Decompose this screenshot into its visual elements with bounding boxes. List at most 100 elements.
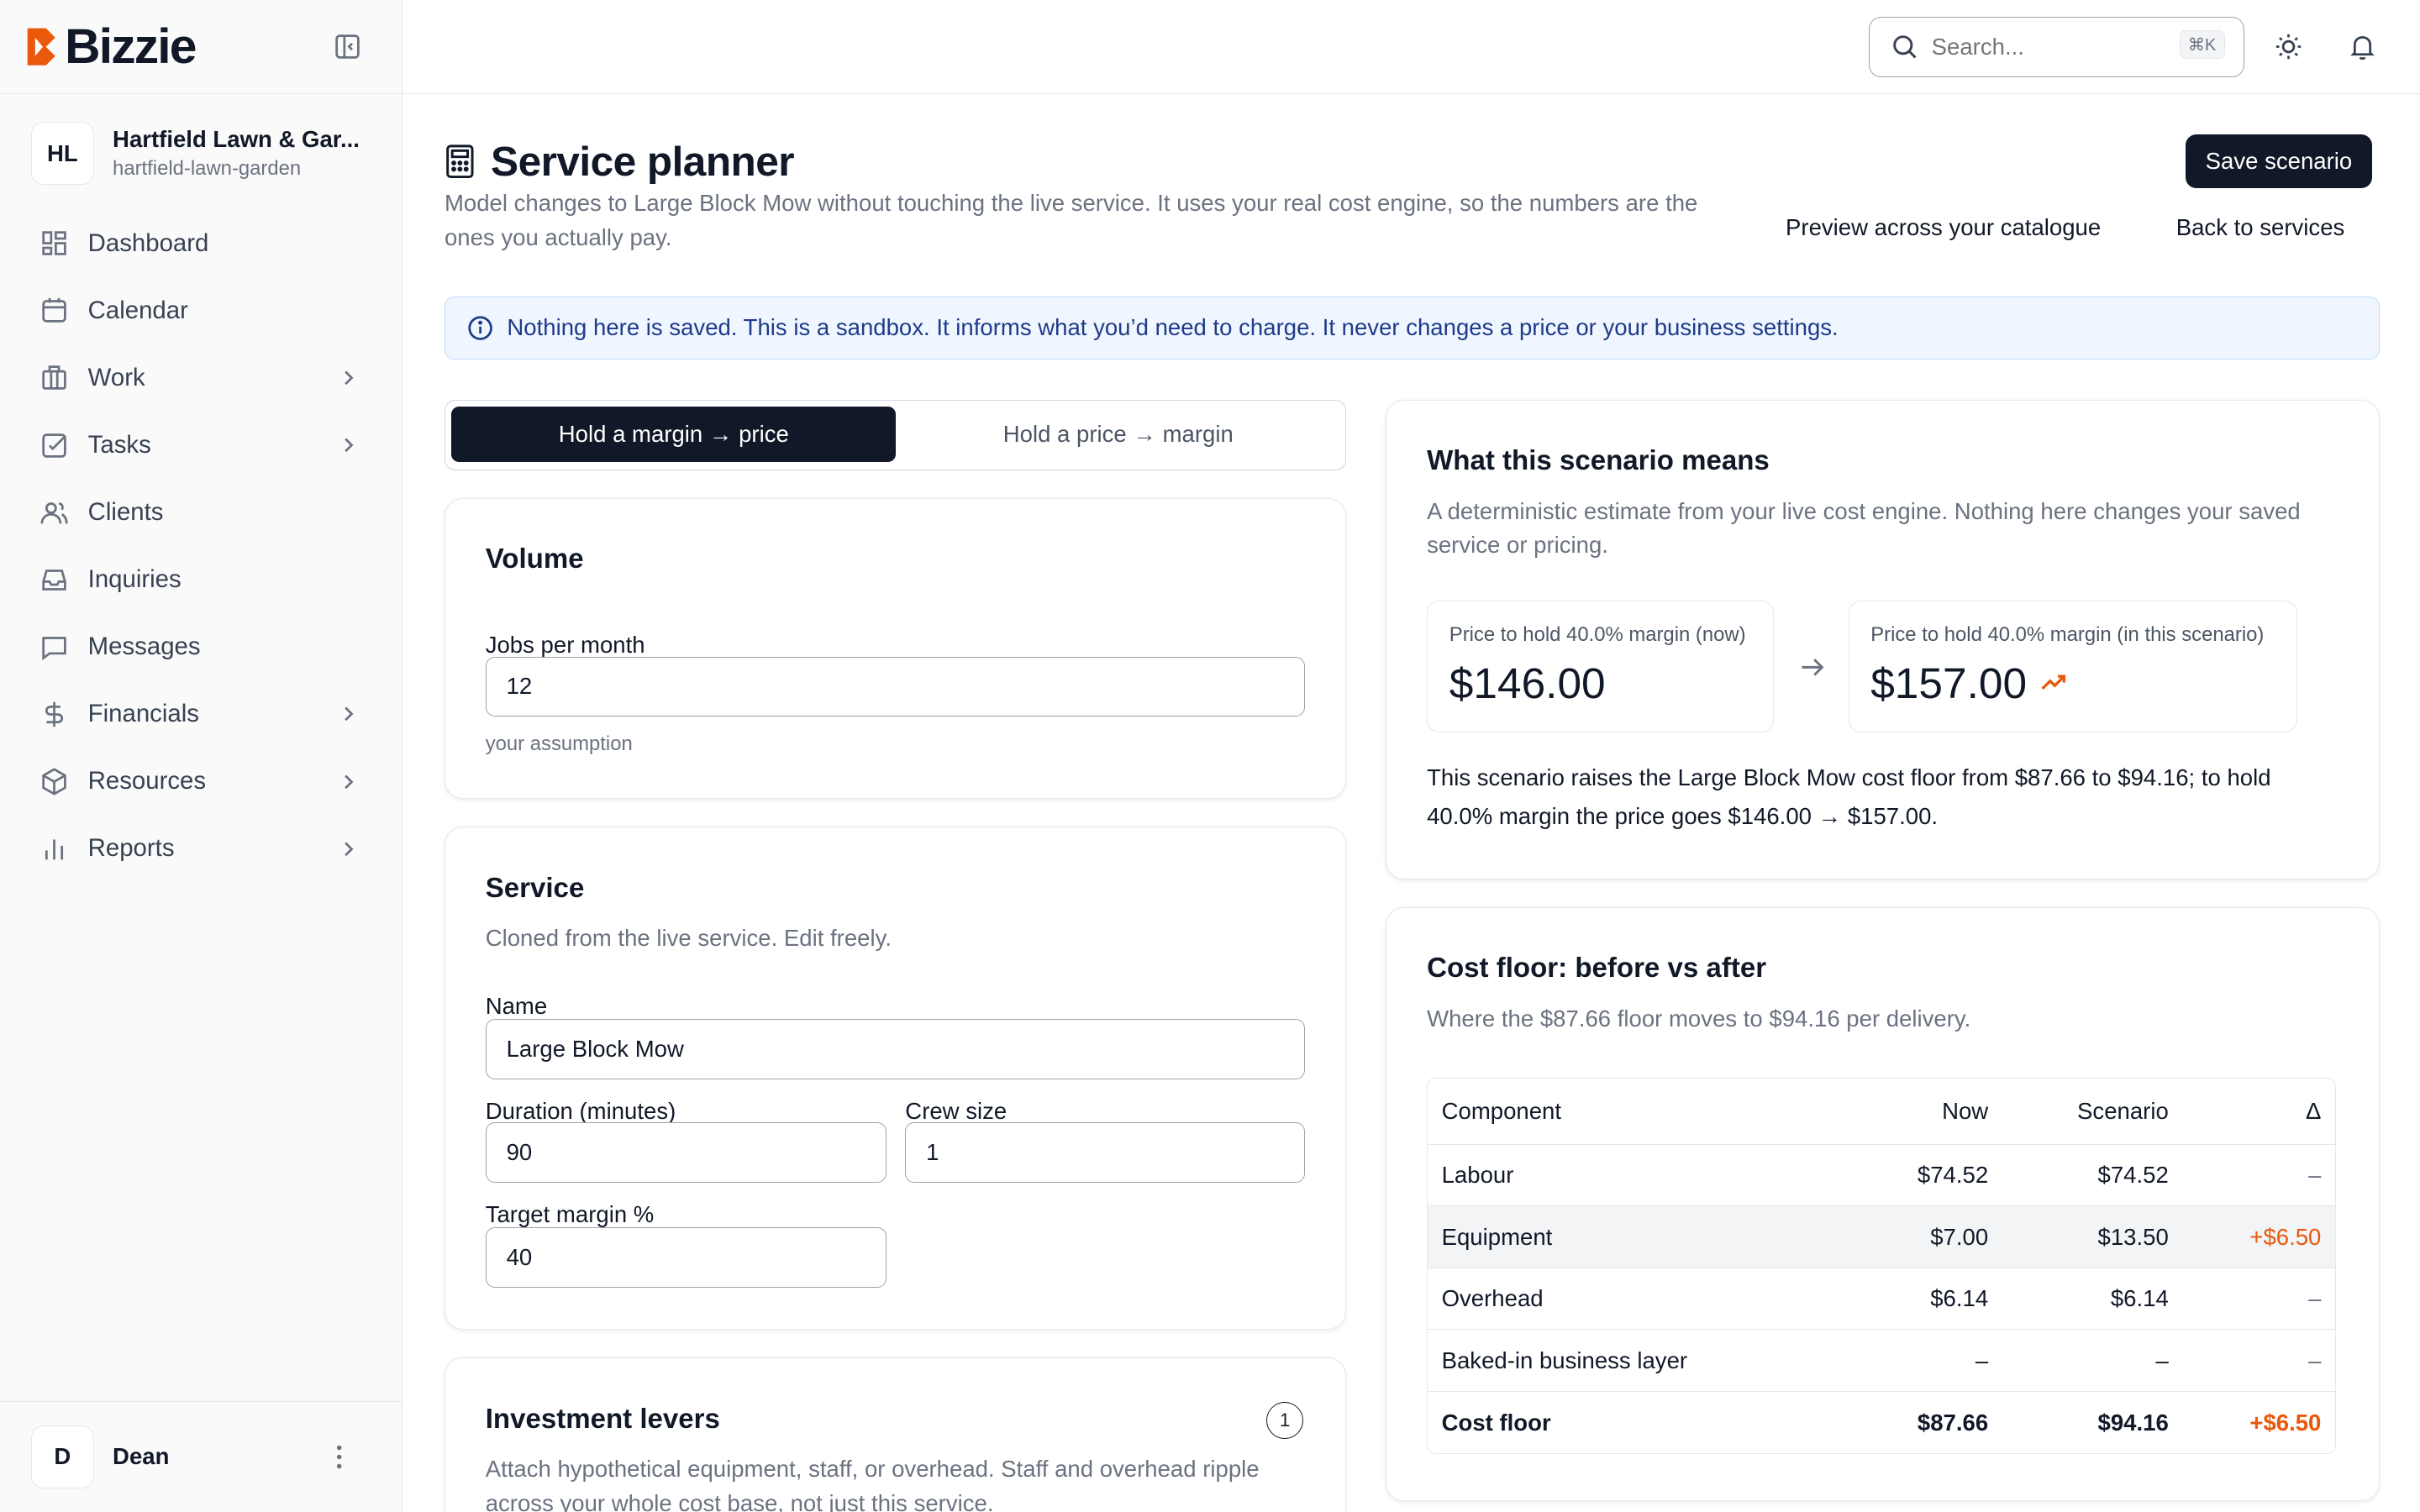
duration-input[interactable] [485, 1122, 887, 1183]
component-cell: Equipment [1428, 1206, 1828, 1268]
service-name-input[interactable] [485, 1019, 1305, 1079]
sidebar-item-financials[interactable]: Financials [0, 680, 402, 748]
dashboard-icon [42, 231, 66, 256]
title-row: Service planner [445, 137, 795, 186]
scenario-explanation: This scenario raises the Large Block Mow… [1427, 764, 2271, 829]
price-scenario-value-row: $157.00 [1870, 658, 2067, 708]
levers-count-badge: 1 [1266, 1401, 1304, 1439]
org-name: Hartfield Lawn & Gar... [113, 125, 360, 152]
table-total-row: Cost floor $87.66 $94.16 +$6.50 [1428, 1392, 2335, 1453]
calendar-icon [42, 298, 66, 323]
tab-hold-margin[interactable]: Hold a margin → price [451, 407, 897, 463]
chevron-right-icon [345, 370, 354, 386]
jobs-hint: your assumption [485, 732, 633, 755]
now-cell: $87.66 [1917, 1409, 1989, 1436]
mode-toggle: Hold a margin → price Hold a price → mar… [444, 399, 1346, 471]
service-subtitle: Cloned from the live service. Edit freel… [485, 925, 892, 952]
user-menu[interactable]: D Dean [0, 1400, 403, 1512]
price-now-value: $146.00 [1449, 658, 1606, 707]
price-scenario-label: Price to hold 40.0% margin (in this scen… [1870, 623, 2265, 647]
logo-row: Bizzie [0, 0, 402, 95]
now-cell: $7.00 [1828, 1206, 2002, 1268]
name-label: Name [485, 992, 548, 1019]
column-header: Δ [2182, 1079, 2335, 1145]
delta-cell: – [2182, 1145, 2335, 1207]
now-cell: $6.14 [1828, 1268, 2002, 1331]
target-margin-input[interactable] [485, 1227, 887, 1288]
bell-icon[interactable] [2349, 33, 2376, 60]
inbox-icon [42, 569, 66, 591]
sidebar-item-label: Messages [87, 633, 201, 661]
collapse-sidebar-icon[interactable] [334, 33, 361, 60]
brand-name: Bizzie [65, 19, 197, 75]
topbar: ⌘K [402, 0, 2420, 95]
users-icon [40, 501, 68, 524]
column-header: Now [1828, 1079, 2002, 1145]
summary-title: What this scenario means [1427, 444, 1770, 476]
sidebar-item-calendar[interactable]: Calendar [0, 277, 402, 344]
delta-cell: +$6.50 [2249, 1409, 2322, 1436]
column-header: Scenario [2002, 1079, 2183, 1145]
table-row: Baked-in business layer – – – [1428, 1330, 2335, 1392]
sidebar-nav: Dashboard Calendar Work Tasks Clients In… [0, 210, 402, 883]
save-scenario-button[interactable]: Save scenario [2185, 134, 2373, 189]
trending-up-icon [2041, 675, 2065, 690]
sidebar-item-resources[interactable]: Resources [0, 748, 402, 815]
crew-size-label: Crew size [905, 1097, 1007, 1124]
jobs-per-month-input[interactable] [485, 656, 1305, 717]
sidebar-item-dashboard[interactable]: Dashboard [0, 210, 402, 277]
main-content: Service planner Model changes to Large B… [444, 94, 2381, 1512]
page-description: Model changes to Large Block Mow without… [444, 190, 1698, 250]
chevron-right-icon [345, 438, 354, 453]
component-cell: Cost floor [1441, 1409, 1551, 1436]
sun-icon[interactable] [2275, 33, 2302, 60]
bizzie-logo-icon [28, 28, 56, 66]
search-icon [1893, 35, 1917, 59]
more-vertical-icon[interactable] [327, 1443, 351, 1471]
scenario-cell: $13.50 [2002, 1206, 2183, 1268]
calculator-icon [446, 144, 474, 179]
search-input[interactable] [1931, 34, 2164, 61]
cost-floor-table: Component Now Scenario Δ Labour $74.52 $… [1427, 1078, 2336, 1455]
crew-size-input[interactable] [905, 1122, 1305, 1183]
sidebar-item-work[interactable]: Work [0, 344, 402, 412]
target-margin-label: Target margin % [485, 1200, 655, 1227]
preview-catalogue-button[interactable]: Preview across your catalogue [1786, 214, 2101, 241]
sidebar-item-label: Work [87, 363, 145, 391]
sidebar-item-clients[interactable]: Clients [0, 479, 402, 546]
sandbox-notice: Nothing here is saved. This is a sandbox… [444, 296, 2381, 360]
page-title: Service planner [491, 138, 795, 186]
sidebar-item-messages[interactable]: Messages [0, 613, 402, 680]
chevron-right-icon [345, 707, 354, 722]
back-to-services-button[interactable]: Back to services [2176, 214, 2345, 241]
sidebar-item-tasks[interactable]: Tasks [0, 412, 402, 479]
avatar: D [30, 1425, 95, 1488]
table-row: Overhead $6.14 $6.14 – [1428, 1268, 2335, 1331]
org-switcher[interactable]: HL Hartfield Lawn & Gar... hartfield-law… [0, 94, 402, 201]
cost-floor-subtitle: Where the $87.66 floor moves to $94.16 p… [1427, 1005, 1971, 1032]
sidebar-item-label: Dashboard [87, 228, 209, 257]
bar-chart-icon [45, 839, 63, 860]
sidebar-item-label: Reports [87, 834, 175, 863]
chevron-right-icon [345, 842, 354, 856]
search-box[interactable]: ⌘K [1869, 17, 2244, 77]
service-card: Service Cloned from the live service. Ed… [444, 827, 1346, 1331]
now-cell: $74.52 [1828, 1145, 2002, 1207]
sidebar-item-label: Financials [87, 700, 199, 728]
search-shortcut: ⌘K [2179, 29, 2225, 60]
delta-cell: +$6.50 [2182, 1206, 2335, 1268]
service-title: Service [485, 872, 585, 904]
org-slug: hartfield-lawn-garden [113, 157, 302, 181]
sidebar-item-reports[interactable]: Reports [0, 815, 402, 882]
tab-hold-price[interactable]: Hold a price → margin [896, 407, 1340, 462]
price-now-metric: Price to hold 40.0% margin (now) $146.00 [1427, 601, 1775, 732]
scenario-cell: $74.52 [2002, 1145, 2183, 1207]
levers-title: Investment levers [485, 1403, 720, 1435]
sidebar-item-inquiries[interactable]: Inquiries [0, 546, 402, 613]
component-cell: Overhead [1428, 1268, 1828, 1331]
price-now-label: Price to hold 40.0% margin (now) [1449, 623, 1746, 647]
table-row: Labour $74.52 $74.52 – [1428, 1145, 2335, 1207]
box-icon [42, 768, 66, 795]
cost-floor-title: Cost floor: before vs after [1427, 953, 1767, 984]
cost-floor-card: Cost floor: before vs after Where the $8… [1386, 906, 2381, 1502]
